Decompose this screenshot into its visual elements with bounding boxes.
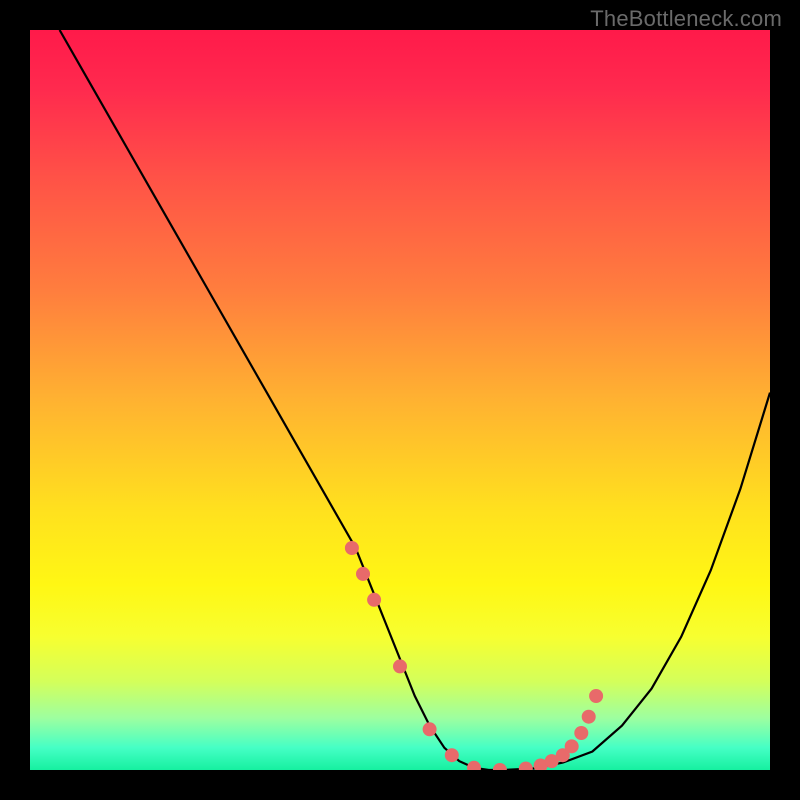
optimum-marker (345, 541, 359, 555)
bottleneck-chart (0, 0, 800, 800)
optimum-marker (565, 739, 579, 753)
optimum-marker (574, 726, 588, 740)
chart-container: TheBottleneck.com (0, 0, 800, 800)
optimum-marker (423, 722, 437, 736)
watermark-text: TheBottleneck.com (590, 6, 782, 32)
optimum-marker (356, 567, 370, 581)
optimum-marker (367, 593, 381, 607)
optimum-marker (393, 659, 407, 673)
optimum-marker (589, 689, 603, 703)
optimum-marker (582, 710, 596, 724)
optimum-marker (445, 748, 459, 762)
